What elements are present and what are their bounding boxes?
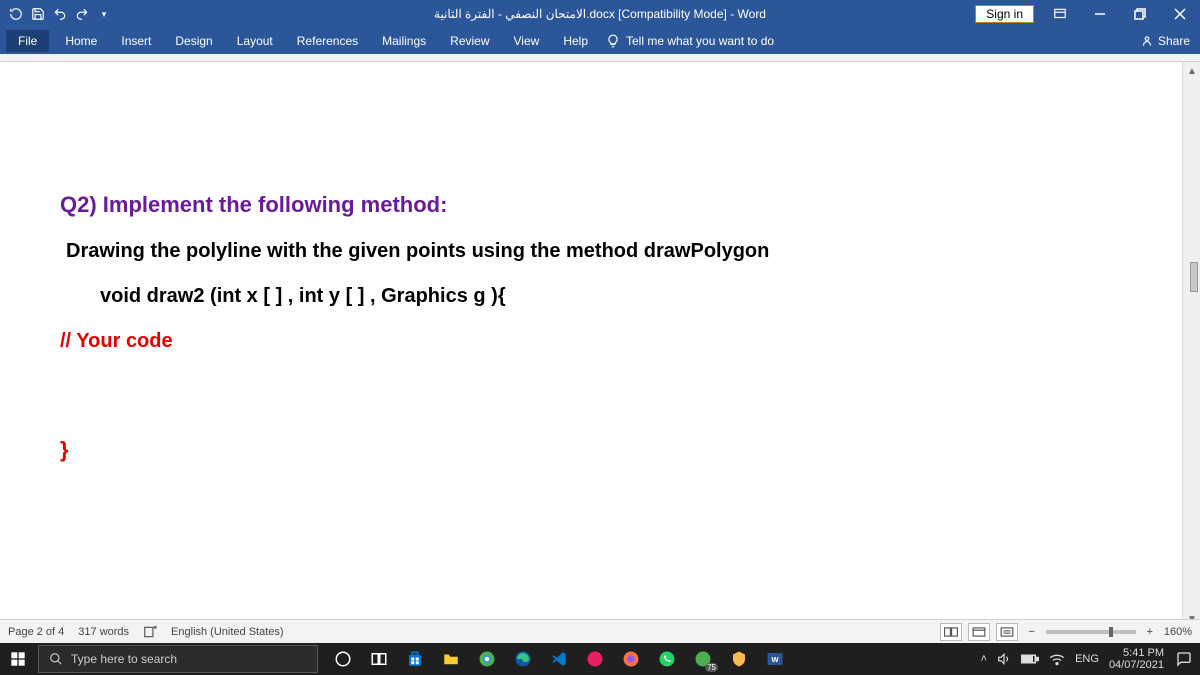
scroll-split-handle[interactable] [1190,262,1198,292]
start-button[interactable] [0,643,36,675]
print-layout-icon[interactable] [968,623,990,641]
cortana-icon[interactable] [332,648,354,670]
tray-chevron-icon[interactable]: ˄ [981,653,987,665]
scroll-up-icon[interactable]: ▲ [1183,62,1200,80]
vscode-icon[interactable] [548,648,570,670]
word-icon[interactable]: W [764,648,786,670]
code-comment: // Your code [60,330,960,353]
read-mode-icon[interactable] [940,623,962,641]
maximize-icon[interactable] [1120,0,1160,28]
battery-app-icon[interactable]: 75 [692,648,714,670]
ribbon-tabs: File Home Insert Design Layout Reference… [0,28,1200,54]
title-bar-right: Sign in [975,0,1200,28]
security-icon[interactable] [728,648,750,670]
tab-home[interactable]: Home [53,30,109,52]
sign-in-button[interactable]: Sign in [975,5,1034,23]
windows-taskbar: Type here to search 75 W ˄ ENG 5:41 PM 0… [0,643,1200,675]
zoom-level[interactable]: 160% [1164,626,1192,638]
wifi-icon[interactable] [1049,652,1065,666]
minimize-icon[interactable] [1080,0,1120,28]
lightbulb-icon [606,34,620,48]
system-tray: ˄ ENG 5:41 PM 04/07/2021 [981,647,1200,671]
ribbon-display-options-icon[interactable] [1040,0,1080,28]
method-signature: void draw2 (int x [ ] , int y [ ] , Grap… [100,285,960,308]
tab-view[interactable]: View [502,30,552,52]
status-bar: Page 2 of 4 317 words English (United St… [0,619,1200,643]
firefox-icon[interactable] [620,648,642,670]
status-page[interactable]: Page 2 of 4 [8,626,64,638]
volume-icon[interactable] [997,652,1011,666]
taskbar-search-placeholder: Type here to search [71,652,177,666]
quick-access-toolbar: ▾ [0,6,120,22]
document-title: الامتحان النصفي - الفترة الثانية.docx [C… [434,7,766,21]
undo-icon[interactable] [52,6,68,22]
ribbon-collapsed-strip [0,54,1200,62]
file-explorer-icon[interactable] [440,648,462,670]
redo-icon[interactable] [74,6,90,22]
svg-text:W: W [771,655,779,664]
tell-me-label: Tell me what you want to do [626,34,774,48]
zoom-slider[interactable] [1046,630,1136,634]
share-button[interactable]: Share [1140,34,1190,48]
search-icon [49,652,63,666]
battery-icon[interactable] [1021,653,1039,665]
title-bar: ▾ الامتحان النصفي - الفترة الثانية.docx … [0,0,1200,28]
vertical-scrollbar[interactable]: ▲ ▼ [1182,62,1200,628]
qat-customize-icon[interactable]: ▾ [96,6,112,22]
zoom-in-button[interactable]: + [1142,626,1158,638]
close-brace: } [60,437,960,463]
share-icon [1140,34,1154,48]
share-label: Share [1158,34,1190,48]
language-indicator[interactable]: ENG [1075,653,1099,665]
status-word-count[interactable]: 317 words [78,626,129,638]
tab-design[interactable]: Design [163,30,224,52]
close-icon[interactable] [1160,0,1200,28]
status-right: − + 160% [940,623,1192,641]
tab-insert[interactable]: Insert [109,30,163,52]
spellcheck-icon[interactable] [143,625,157,639]
tell-me-search[interactable]: Tell me what you want to do [606,34,774,48]
edge-icon[interactable] [512,648,534,670]
taskbar-search[interactable]: Type here to search [38,645,318,673]
windows-icon [10,651,26,667]
notifications-icon[interactable] [1174,649,1194,669]
tab-references[interactable]: References [285,30,370,52]
q2-heading: Q2) Implement the following method: [60,192,960,218]
tab-help[interactable]: Help [551,30,600,52]
chrome-icon[interactable] [476,648,498,670]
microsoft-store-icon[interactable] [404,648,426,670]
status-language[interactable]: English (United States) [171,626,284,638]
web-layout-icon[interactable] [996,623,1018,641]
zoom-out-button[interactable]: − [1024,626,1040,638]
tab-file[interactable]: File [6,30,49,52]
tray-time: 5:41 PM [1109,647,1164,659]
tray-date: 04/07/2021 [1109,659,1164,671]
app-pink-icon[interactable] [584,648,606,670]
tray-clock[interactable]: 5:41 PM 04/07/2021 [1109,647,1164,671]
blank-line [60,375,960,415]
q2-description: Drawing the polyline with the given poin… [66,240,960,263]
tab-review[interactable]: Review [438,30,501,52]
tab-mailings[interactable]: Mailings [370,30,438,52]
task-view-icon[interactable] [368,648,390,670]
autosave-icon[interactable] [8,6,24,22]
document-page[interactable]: Q2) Implement the following method: Draw… [60,192,960,485]
document-area[interactable]: Q2) Implement the following method: Draw… [0,62,1200,628]
taskbar-apps: 75 W [332,648,786,670]
tab-layout[interactable]: Layout [225,30,285,52]
battery-badge: 75 [705,663,718,672]
whatsapp-icon[interactable] [656,648,678,670]
save-icon[interactable] [30,6,46,22]
